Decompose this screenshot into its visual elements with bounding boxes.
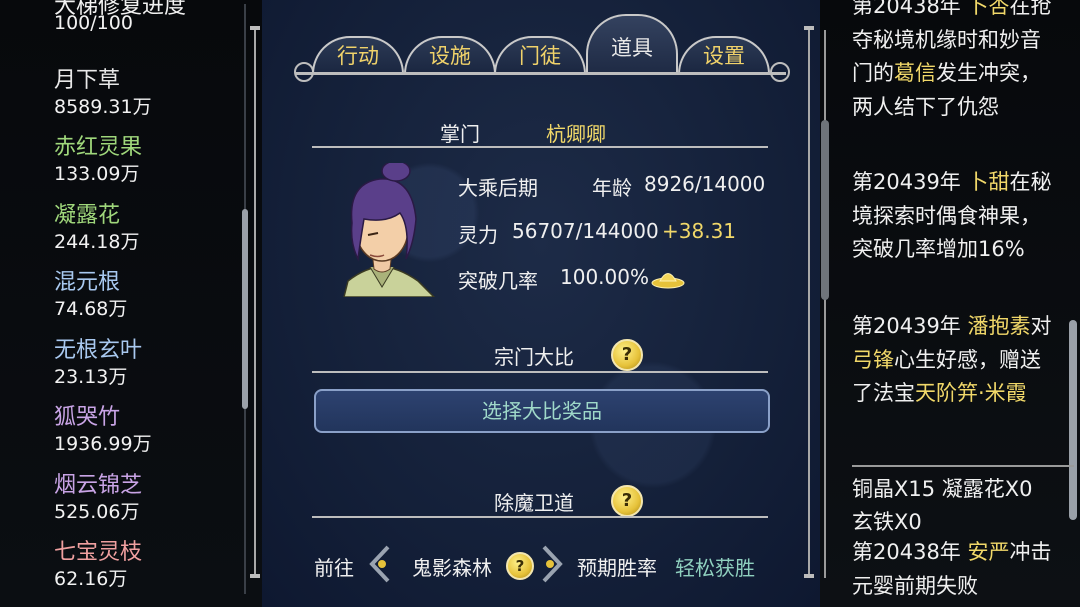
resource-item[interactable]: 七宝灵枝 62.16万 <box>54 539 142 591</box>
resource-item[interactable]: 无根玄叶 23.13万 <box>54 337 142 389</box>
resource-name: 混元根 <box>54 270 121 295</box>
resource-amount: 525.06万 <box>54 501 140 523</box>
resource-amount: 133.09万 <box>54 163 140 185</box>
resource-name: 无根玄叶 <box>54 338 143 363</box>
resource-item[interactable]: 赤红灵果 133.09万 <box>54 134 142 186</box>
age-label: 年龄 <box>592 176 632 200</box>
divider <box>312 371 768 373</box>
breakthrough-value: 100.00% <box>560 265 649 289</box>
log-entry: 第20439年 潘抱素对弓锋心生好感，赠送了法宝天阶笄·米霞 <box>852 314 1052 405</box>
log-entry: 第20438年 卜杏在抢夺秘境机缘时和妙音门的葛信发生冲突，两人结下了仇怨 <box>852 0 1052 119</box>
reward-items: 铜晶X15 凝露花X0 <box>852 477 1033 501</box>
resource-amount: 244.18万 <box>54 231 140 253</box>
resource-name: 赤红灵果 <box>54 135 143 160</box>
scroll-thumb[interactable] <box>242 209 248 409</box>
resource-amount: 62.16万 <box>54 568 128 590</box>
tab-bar-divider <box>296 72 786 75</box>
help-icon[interactable]: ? <box>611 339 643 371</box>
resource-item[interactable]: 烟云锦芝 525.06万 <box>54 472 142 524</box>
goto-label: 前往 <box>314 556 354 580</box>
resource-name: 烟云锦芝 <box>54 473 143 498</box>
resource-name: 七宝灵枝 <box>54 540 143 565</box>
frame-right-border <box>808 30 810 578</box>
resource-item[interactable]: 混元根 74.68万 <box>54 269 127 321</box>
resource-amount: 74.68万 <box>54 298 128 320</box>
leader-portrait[interactable] <box>326 163 438 297</box>
log-entry: 第20438年 安严冲击元婴前期失败 <box>852 540 1052 598</box>
choose-prize-button[interactable]: 选择大比奖品 <box>314 389 770 433</box>
lotus-icon[interactable] <box>650 266 686 290</box>
tab-action[interactable]: 行动 <box>312 36 404 74</box>
divider <box>312 516 768 518</box>
resource-panel: 大梯修复进度 100/100 月下草 8589.31万 赤红灵果 133.09万… <box>0 0 262 607</box>
resource-item[interactable]: 狐哭竹 1936.99万 <box>54 404 152 456</box>
age-value: 8926/14000 <box>644 172 766 196</box>
event-log-panel: 第20438年 卜杏在抢夺秘境机缘时和妙音门的葛信发生冲突，两人结下了仇怨 第2… <box>820 0 1080 607</box>
demon-title: 除魔卫道 <box>494 491 574 515</box>
leader-name[interactable]: 杭卿卿 <box>546 118 606 147</box>
help-icon[interactable]: ? <box>611 485 643 517</box>
resource-item[interactable]: 月下草 8589.31万 <box>54 67 152 119</box>
tournament-title: 宗门大比 <box>494 345 574 369</box>
arrow-right-icon[interactable] <box>538 545 564 583</box>
win-rate-value: 轻松获胜 <box>675 556 755 580</box>
leader-label: 掌门 <box>440 122 480 146</box>
divider <box>852 465 1074 467</box>
log-scrollbar[interactable] <box>820 30 830 578</box>
tab-facility[interactable]: 设施 <box>404 36 496 74</box>
help-icon[interactable]: ? <box>506 552 534 580</box>
log-entry: 第20439年 卜甜在秘境探索时偶食神果，突破几率增加16% <box>852 170 1052 261</box>
spirit-rate: +38.31 <box>662 219 737 243</box>
realm-value: 大乘后期 <box>458 176 538 200</box>
resource-scrollbar[interactable] <box>241 4 249 594</box>
resource-item[interactable]: 凝露花 244.18万 <box>54 202 139 254</box>
resource-name: 月下草 <box>54 68 121 93</box>
spirit-label: 灵力 <box>458 223 498 247</box>
tab-settings[interactable]: 设置 <box>678 36 770 74</box>
resource-name: 凝露花 <box>54 203 121 228</box>
tab-disciples[interactable]: 门徒 <box>494 36 586 74</box>
log-scrollbar-secondary[interactable] <box>1068 0 1078 607</box>
resource-name: 狐哭竹 <box>54 405 121 430</box>
divider <box>312 146 768 148</box>
breakthrough-label: 突破几率 <box>458 269 538 293</box>
resource-amount: 8589.31万 <box>54 96 152 118</box>
scroll-thumb[interactable] <box>821 120 829 300</box>
spirit-value: 56707/144000 <box>512 219 659 243</box>
sect-panel: 行动 设施 门徒 道具 设置 掌门 杭卿卿 大乘后期 年龄 8926/14000… <box>250 0 820 607</box>
restore-progress-value: 100/100 <box>54 12 133 34</box>
location-name[interactable]: 鬼影森林 <box>412 552 492 581</box>
resource-amount: 23.13万 <box>54 366 128 388</box>
win-rate-label: 预期胜率 <box>577 556 657 580</box>
arrow-left-icon[interactable] <box>368 545 394 583</box>
resource-amount: 1936.99万 <box>54 433 152 455</box>
frame-left-border <box>254 30 256 578</box>
tab-items[interactable]: 道具 <box>586 14 678 74</box>
reward-items-2: 玄铁X0 <box>852 510 922 534</box>
